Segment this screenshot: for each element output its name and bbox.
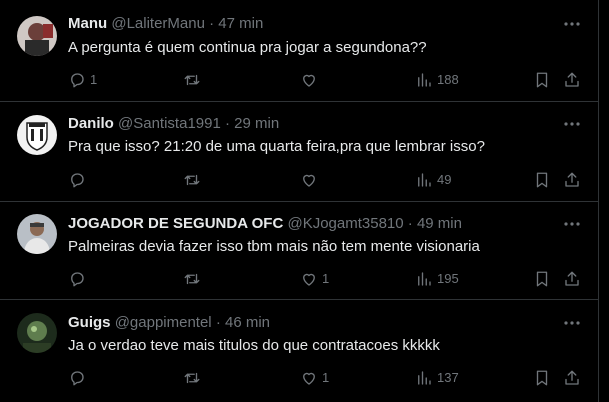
reply-icon bbox=[71, 272, 84, 287]
display-name[interactable]: Guigs bbox=[68, 314, 111, 331]
more-icon[interactable] bbox=[562, 14, 582, 34]
like-count: 1 bbox=[322, 370, 330, 385]
reply-button[interactable] bbox=[68, 269, 90, 289]
reply-button[interactable] bbox=[68, 170, 90, 190]
views-count: 49 bbox=[437, 172, 452, 187]
retweet-icon bbox=[184, 372, 200, 384]
like-count: 1 bbox=[322, 271, 330, 286]
avatar[interactable] bbox=[17, 115, 57, 155]
bookmark-button[interactable] bbox=[533, 70, 551, 90]
bookmark-icon bbox=[536, 172, 548, 188]
retweet-button[interactable] bbox=[183, 269, 205, 289]
retweet-icon bbox=[184, 174, 200, 186]
user-handle[interactable]: @KJogamt35810 bbox=[287, 215, 403, 232]
reply-button[interactable] bbox=[68, 368, 90, 388]
share-button[interactable] bbox=[563, 170, 581, 190]
views-count: 188 bbox=[437, 72, 459, 87]
display-name[interactable]: JOGADOR DE SEGUNDA OFC bbox=[68, 215, 283, 232]
reply-icon bbox=[71, 173, 84, 188]
reply-tweet[interactable]: Danilo @Santista1991 · 29 min Pra que is… bbox=[0, 102, 598, 202]
timestamp[interactable]: 47 min bbox=[218, 15, 263, 32]
user-handle[interactable]: @LaliterManu bbox=[111, 15, 205, 32]
views-button[interactable]: 49 bbox=[415, 170, 451, 190]
scrollbar[interactable] bbox=[599, 0, 609, 402]
views-button[interactable]: 195 bbox=[415, 269, 459, 289]
more-icon[interactable] bbox=[562, 313, 582, 333]
views-icon bbox=[418, 371, 431, 385]
share-icon bbox=[565, 271, 579, 286]
tweet-actions: 49 bbox=[60, 170, 590, 190]
retweet-icon bbox=[184, 74, 200, 86]
tweet-actions: 1 137 bbox=[60, 368, 590, 388]
reply-tweet[interactable]: Manu @LaliterManu · 47 min A pergunta é … bbox=[0, 0, 598, 102]
tweet-header: JOGADOR DE SEGUNDA OFC @KJogamt35810 · 4… bbox=[68, 214, 462, 234]
timestamp[interactable]: 29 min bbox=[234, 115, 279, 132]
timestamp[interactable]: 46 min bbox=[225, 314, 270, 331]
reply-tweet[interactable]: Guigs @gappimentel · 46 min Ja o verdao … bbox=[0, 300, 598, 402]
share-button[interactable] bbox=[563, 70, 581, 90]
share-button[interactable] bbox=[563, 368, 581, 388]
more-icon[interactable] bbox=[562, 114, 582, 134]
reply-feed: Manu @LaliterManu · 47 min A pergunta é … bbox=[0, 0, 599, 402]
bookmark-button[interactable] bbox=[533, 170, 551, 190]
separator-dot: · bbox=[209, 15, 215, 32]
bookmark-icon bbox=[536, 370, 548, 386]
user-handle[interactable]: @gappimentel bbox=[115, 314, 212, 331]
views-button[interactable]: 188 bbox=[415, 70, 459, 90]
like-button[interactable] bbox=[300, 70, 322, 90]
display-name[interactable]: Manu bbox=[68, 15, 107, 32]
reply-tweet[interactable]: JOGADOR DE SEGUNDA OFC @KJogamt35810 · 4… bbox=[0, 202, 598, 300]
tweet-actions: 1 195 bbox=[60, 269, 590, 289]
tweet-header: Danilo @Santista1991 · 29 min bbox=[68, 114, 279, 134]
bookmark-button[interactable] bbox=[533, 368, 551, 388]
like-button[interactable]: 1 bbox=[300, 269, 329, 289]
display-name[interactable]: Danilo bbox=[68, 115, 114, 132]
retweet-button[interactable] bbox=[183, 170, 205, 190]
avatar[interactable] bbox=[17, 313, 57, 353]
avatar[interactable] bbox=[17, 16, 57, 56]
retweet-button[interactable] bbox=[183, 70, 205, 90]
views-icon bbox=[418, 272, 431, 286]
tweet-header: Manu @LaliterManu · 47 min bbox=[68, 14, 263, 34]
separator-dot: · bbox=[215, 314, 221, 331]
bookmark-icon bbox=[536, 271, 548, 287]
like-icon bbox=[303, 273, 315, 286]
retweet-icon bbox=[184, 273, 200, 285]
reply-count: 1 bbox=[90, 72, 98, 87]
retweet-button[interactable] bbox=[183, 368, 205, 388]
views-count: 137 bbox=[437, 370, 459, 385]
views-button[interactable]: 137 bbox=[415, 368, 459, 388]
tweet-header: Guigs @gappimentel · 46 min bbox=[68, 313, 270, 333]
reply-button[interactable]: 1 bbox=[68, 70, 97, 90]
bookmark-icon bbox=[536, 72, 548, 88]
views-count: 195 bbox=[437, 271, 459, 286]
tweet-text: Pra que isso? 21:20 de uma quarta feira,… bbox=[68, 138, 485, 155]
share-button[interactable] bbox=[563, 269, 581, 289]
like-button[interactable] bbox=[300, 170, 322, 190]
tweet-text: A pergunta é quem continua pra jogar a s… bbox=[68, 39, 427, 56]
views-icon bbox=[418, 73, 431, 87]
user-handle[interactable]: @Santista1991 bbox=[118, 115, 221, 132]
share-icon bbox=[565, 172, 579, 187]
separator-dot: · bbox=[224, 115, 230, 132]
reply-icon bbox=[71, 371, 84, 386]
timestamp[interactable]: 49 min bbox=[417, 215, 462, 232]
share-icon bbox=[565, 370, 579, 385]
like-icon bbox=[303, 174, 315, 187]
bookmark-button[interactable] bbox=[533, 269, 551, 289]
like-icon bbox=[303, 372, 315, 385]
views-icon bbox=[418, 173, 431, 187]
like-icon bbox=[303, 74, 315, 87]
share-icon bbox=[565, 72, 579, 87]
tweet-text: Palmeiras devia fazer isso tbm mais não … bbox=[68, 238, 480, 255]
avatar[interactable] bbox=[17, 214, 57, 254]
more-icon[interactable] bbox=[562, 214, 582, 234]
reply-icon bbox=[71, 73, 84, 88]
tweet-text: Ja o verdao teve mais titulos do que con… bbox=[68, 337, 440, 354]
separator-dot: · bbox=[407, 215, 413, 232]
like-button[interactable]: 1 bbox=[300, 368, 329, 388]
tweet-actions: 1 188 bbox=[60, 70, 590, 90]
